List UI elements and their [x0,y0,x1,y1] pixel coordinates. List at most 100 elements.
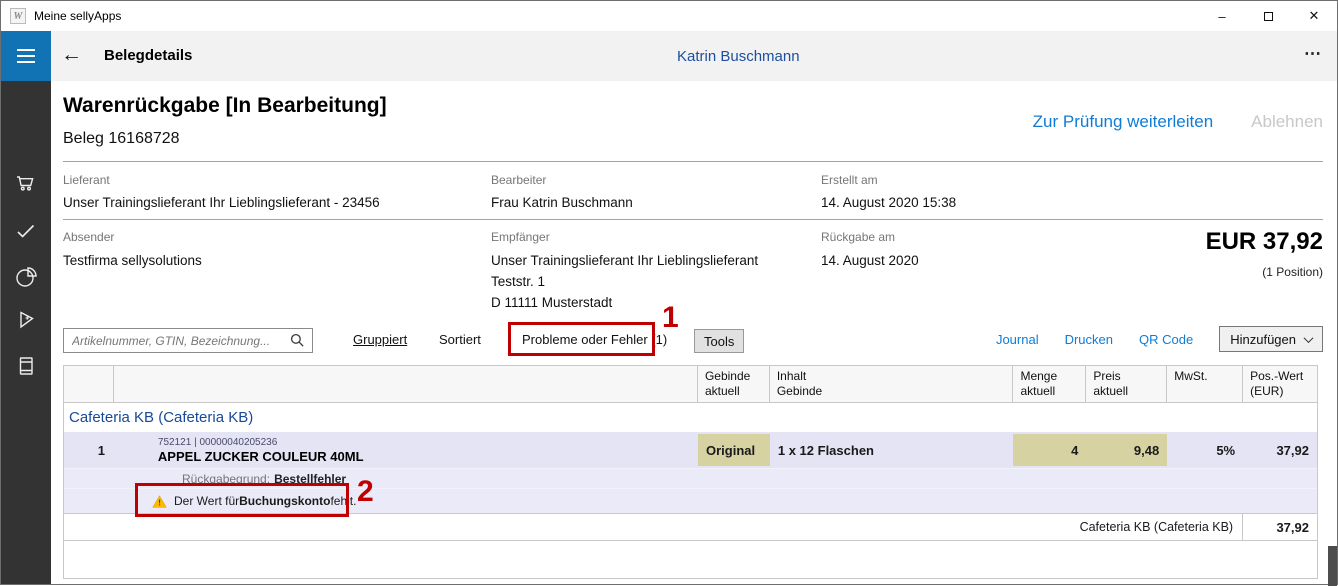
article-code: 752121 | 00000040205236 [158,436,277,449]
position-count: (1 Position) [1262,265,1323,279]
table-header-row: Gebinde aktuell Inhalt Gebinde Menge akt… [64,366,1317,403]
vertical-scrollbar-thumb[interactable] [1328,546,1337,586]
back-button[interactable]: ← [61,43,82,67]
document-actions: Zur Prüfung weiterleiten Ablehnen [1033,112,1323,132]
toolbar-right: Journal Drucken QR Code Hinzufügen [996,326,1323,352]
warning-text-post: fehlt. [330,494,356,508]
hamburger-icon [17,49,35,51]
lieferant-value: Unser Trainingslieferant Ihr Lieblingsli… [63,192,380,213]
window-controls: – ✕ [1199,1,1337,31]
hinzufuegen-dropdown-button[interactable]: Hinzufügen [1219,326,1323,352]
document-title: Warenrückgabe [In Bearbeitung] [63,94,387,118]
warning-text-field: Buchungskonto [239,494,330,508]
filter-gruppiert[interactable]: Gruppiert [353,332,407,347]
maximize-icon [1264,12,1273,21]
annotation-number-1: 1 [662,303,679,333]
forward-for-review-button[interactable]: Zur Prüfung weiterleiten [1033,112,1213,132]
article-name: APPEL ZUCKER COULEUR 40ML [158,449,364,465]
close-button[interactable]: ✕ [1291,1,1337,31]
sidebar-item-approvals[interactable] [14,219,38,243]
rueckgabegrund-link[interactable]: Rückgabegrund: [182,472,270,486]
filter-sortiert[interactable]: Sortiert [439,332,481,347]
sidebar-item-reports[interactable] [14,265,38,289]
sidebar-item-cart[interactable] [14,171,38,195]
group-header-row: Cafeteria KB (Cafeteria KB) [64,403,1317,432]
empfaenger-label: Empfänger [491,230,550,244]
rueckgabe-am-value: 14. August 2020 [821,250,919,271]
table-row[interactable]: 1 752121 | 00000040205236 APPEL ZUCKER C… [64,432,1317,468]
page-title: Belegdetails [104,47,192,64]
search-icon[interactable] [290,333,305,348]
sidebar-nav [1,81,51,584]
divider [63,219,1323,220]
rueckgabe-am-label: Rückgabe am [821,230,895,244]
filter-probleme-oder-fehler[interactable]: Probleme oder Fehler (1) [522,332,667,347]
document-number: Beleg 16168728 [63,130,180,148]
minimize-button[interactable]: – [1199,1,1245,31]
erstellt-am-label: Erstellt am [821,173,878,187]
pie-chart-icon [14,276,38,293]
book-icon [14,365,38,382]
current-user-link[interactable]: Katrin Buschmann [677,48,800,65]
warning-text-pre: Der Wert für [174,494,239,508]
window-titlebar: W Meine sellyApps – ✕ [1,1,1337,31]
col-header-pos-wert: Pos.-Wert (EUR) [1243,366,1317,402]
menge-editable-cell[interactable]: 4 [1013,434,1086,466]
app-header: ← Belegdetails Katrin Buschmann ⋯ [1,31,1337,81]
chevron-down-icon [1304,333,1314,343]
search-input[interactable] [64,334,290,348]
gebinde-editable-cell[interactable]: Original [698,434,770,466]
col-header-artikel [114,366,698,402]
article-search-field[interactable] [63,328,313,353]
drucken-link[interactable]: Drucken [1065,332,1113,347]
inhalt-gebinde-cell: 1 x 12 Flaschen [770,432,1014,468]
group-footer-row: Cafeteria KB (Cafeteria KB) 37,92 [64,513,1317,541]
validation-warning-row[interactable]: ! Der Wert für Buchungskonto fehlt. [64,488,1317,513]
more-menu-button[interactable]: ⋯ [1304,44,1323,64]
absender-value: Testfirma sellysolutions [63,250,202,271]
erstellt-am-value: 14. August 2020 15:38 [821,192,956,213]
lieferant-label: Lieferant [63,173,110,187]
group-footer-sum: 37,92 [1243,514,1317,540]
row-position-number: 1 [64,432,114,468]
reject-button[interactable]: Ablehnen [1251,112,1323,132]
col-header-menge: Menge aktuell [1013,366,1086,402]
rueckgabegrund-row: Rückgabegrund: Bestellfehler [64,468,1317,488]
journal-link[interactable]: Journal [996,332,1039,347]
empfaenger-line1: Unser Trainingslieferant Ihr Lieblingsli… [491,250,758,271]
empfaenger-line2: Teststr. 1 [491,271,545,292]
preis-editable-cell[interactable]: 9,48 [1086,434,1167,466]
hamburger-menu-button[interactable] [1,31,51,81]
group-header-label: Cafeteria KB (Cafeteria KB) [64,409,253,426]
cart-icon [14,182,38,199]
group-footer-label: Cafeteria KB (Cafeteria KB) [64,514,1243,540]
tools-button[interactable]: Tools [694,329,744,353]
total-amount: EUR 37,92 [1206,228,1323,256]
empfaenger-line3: D 11111 Musterstadt [491,292,612,313]
col-header-pos [64,366,114,402]
window-title: Meine sellyApps [34,9,121,23]
rueckgabegrund-value: Bestellfehler [274,472,346,486]
article-cell: 752121 | 00000040205236 APPEL ZUCKER COU… [114,432,698,468]
col-header-preis: Preis aktuell [1086,366,1167,402]
hinzufuegen-label: Hinzufügen [1230,332,1296,347]
qr-code-link[interactable]: QR Code [1139,332,1193,347]
sidebar-item-specials[interactable] [14,309,38,333]
positions-table: Gebinde aktuell Inhalt Gebinde Menge akt… [63,365,1318,579]
mwst-cell: 5% [1167,432,1243,468]
app-icon: W [10,8,26,24]
svg-text:!: ! [158,497,161,507]
check-icon [14,230,38,247]
maximize-button[interactable] [1245,1,1291,31]
pennant-icon [14,320,38,337]
sidebar-item-catalog[interactable] [14,354,38,378]
warning-icon: ! [152,495,167,508]
divider [63,161,1323,162]
bearbeiter-value: Frau Katrin Buschmann [491,192,633,213]
pos-wert-cell: 37,92 [1243,432,1317,468]
bearbeiter-label: Bearbeiter [491,173,546,187]
absender-label: Absender [63,230,114,244]
col-header-mwst: MwSt. [1167,366,1243,402]
col-header-inhalt: Inhalt Gebinde [770,366,1014,402]
col-header-gebinde: Gebinde aktuell [698,366,770,402]
